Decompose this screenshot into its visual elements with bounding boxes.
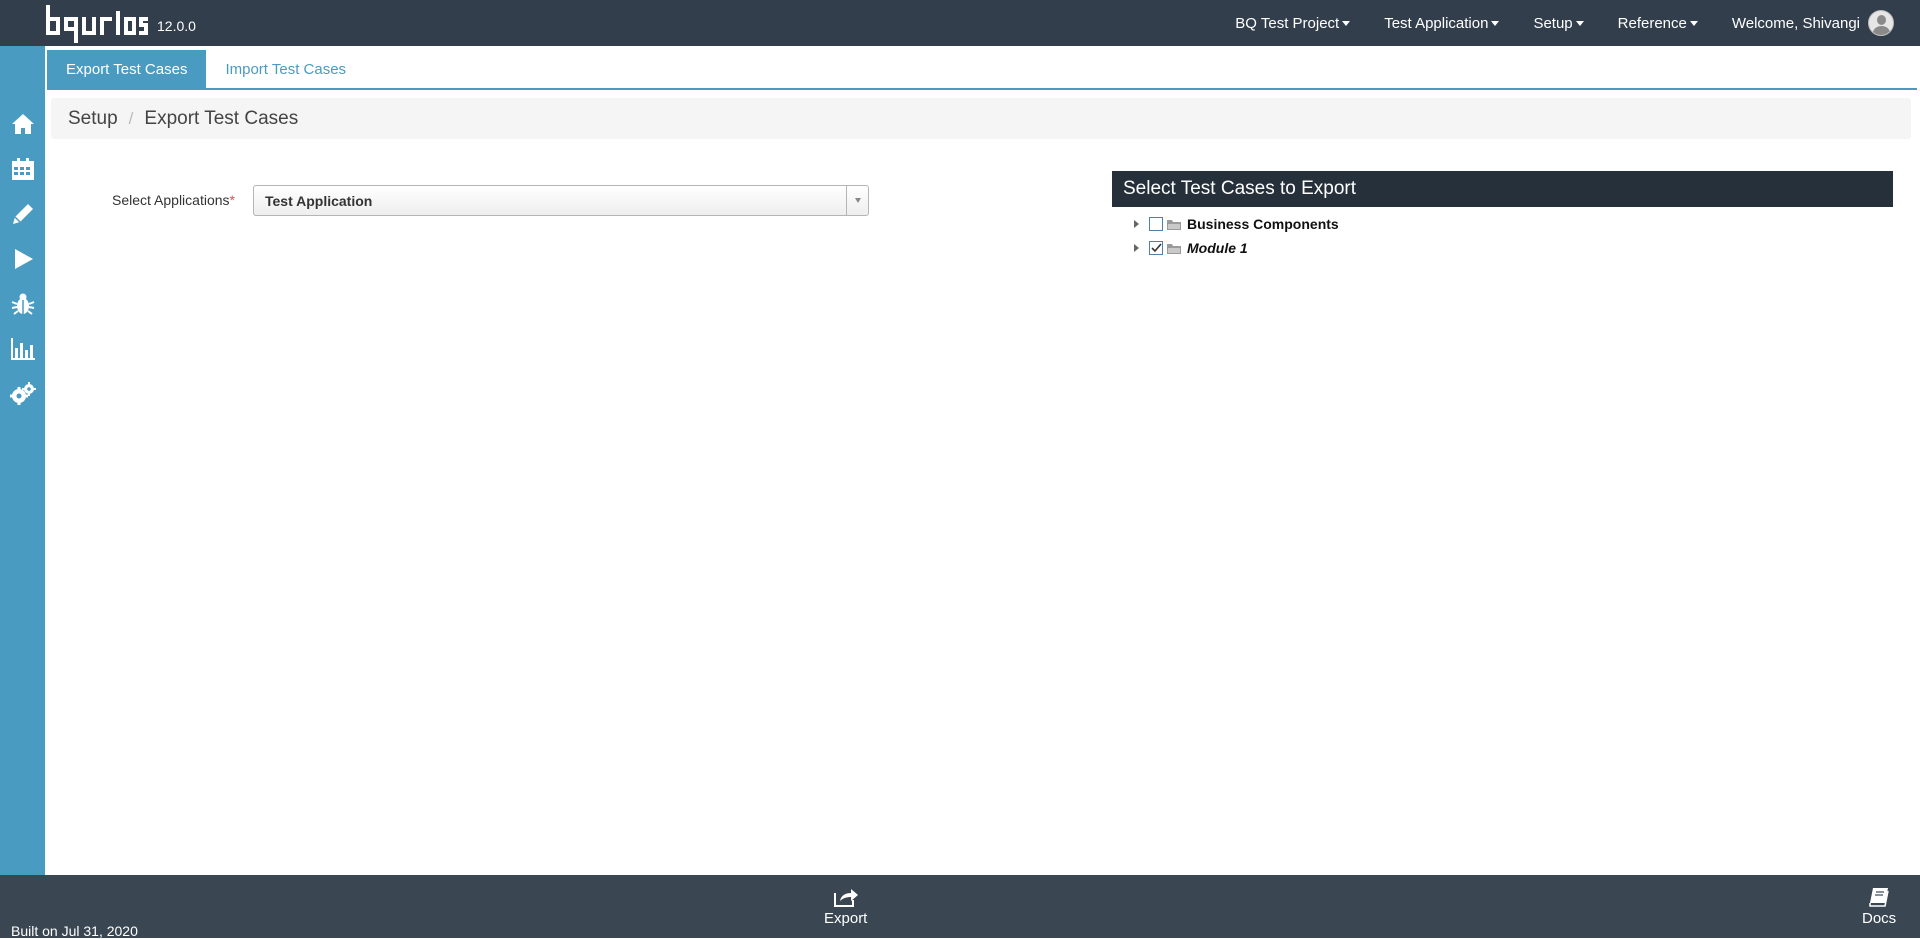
breadcrumb-setup[interactable]: Setup: [68, 108, 118, 130]
tree-checkbox[interactable]: [1149, 217, 1163, 231]
gears-icon[interactable]: [10, 381, 36, 407]
calendar-icon[interactable]: [10, 156, 36, 182]
breadcrumb: Setup / Export Test Cases: [51, 98, 1911, 139]
bar-chart-icon[interactable]: [10, 336, 36, 362]
bqurious-logo[interactable]: [46, 5, 148, 43]
bug-icon[interactable]: [10, 291, 36, 317]
project-dropdown-label: BQ Test Project: [1235, 14, 1340, 32]
tree-panel-header: Select Test Cases to Export: [1112, 171, 1893, 207]
breadcrumb-separator: /: [128, 108, 134, 128]
reference-dropdown-label: Reference: [1617, 14, 1687, 32]
caret-down-icon: [1689, 21, 1698, 26]
export-icon: [833, 889, 858, 907]
tree-node-module-1: Module 1: [1134, 238, 1248, 258]
left-sidebar: [0, 46, 45, 875]
home-icon[interactable]: [10, 111, 36, 137]
docs-button[interactable]: Docs: [1862, 887, 1896, 927]
project-dropdown[interactable]: BQ Test Project: [1235, 14, 1351, 32]
user-avatar-icon[interactable]: [1868, 10, 1894, 36]
reference-dropdown[interactable]: Reference: [1618, 15, 1698, 32]
required-marker: *: [229, 192, 235, 208]
book-icon: [1869, 888, 1889, 907]
tree-checkbox-checked[interactable]: [1149, 241, 1163, 255]
caret-down-icon: [1491, 21, 1500, 26]
user-menu[interactable]: Welcome, Shivangi: [1732, 10, 1894, 36]
tree-node-business-components: Business Components: [1134, 214, 1339, 234]
play-icon[interactable]: [10, 246, 36, 272]
select-applications-value: Test Application: [265, 192, 373, 209]
footer-bar: Built on Jul 31, 2020 Export Docs: [0, 875, 1920, 939]
tab-export-test-cases[interactable]: Export Test Cases: [47, 50, 207, 88]
caret-down-icon: [1575, 21, 1584, 26]
export-button-label: Export: [824, 910, 868, 927]
application-dropdown[interactable]: Test Application: [1384, 14, 1500, 32]
page-tabs: Export Test Cases Import Test Cases: [47, 50, 1917, 90]
app-version: 12.0.0: [157, 18, 196, 34]
caret-down-icon: [1342, 21, 1351, 26]
build-date: Built on Jul 31, 2020: [11, 923, 138, 939]
setup-dropdown-label: Setup: [1533, 14, 1573, 32]
setup-dropdown[interactable]: Setup: [1533, 14, 1584, 32]
select-applications-dropdown[interactable]: Test Application: [253, 185, 869, 216]
select-applications-label: Select Applications*: [112, 192, 235, 208]
export-button[interactable]: Export: [824, 887, 867, 927]
tab-import-test-cases[interactable]: Import Test Cases: [206, 50, 365, 88]
tree-expand-icon[interactable]: [1134, 220, 1139, 228]
docs-button-label: Docs: [1862, 910, 1897, 927]
top-navbar: 12.0.0 BQ Test Project Test Application …: [0, 0, 1920, 46]
dropdown-arrow-icon[interactable]: [846, 186, 868, 215]
folder-icon: [1166, 217, 1182, 231]
application-dropdown-label: Test Application: [1384, 14, 1489, 32]
checkmark-icon: [1150, 243, 1162, 253]
top-nav-menu: BQ Test Project Test Application Setup R…: [1235, 0, 1920, 46]
tree-expand-icon[interactable]: [1134, 244, 1139, 252]
tree-node-label[interactable]: Module 1: [1187, 240, 1248, 256]
welcome-text: Welcome, Shivangi: [1731, 14, 1860, 32]
breadcrumb-current: Export Test Cases: [144, 107, 299, 129]
tree-node-label[interactable]: Business Components: [1187, 216, 1339, 232]
pencil-icon[interactable]: [10, 201, 36, 227]
select-applications-label-text: Select Applications: [112, 192, 230, 208]
folder-icon: [1166, 241, 1182, 255]
